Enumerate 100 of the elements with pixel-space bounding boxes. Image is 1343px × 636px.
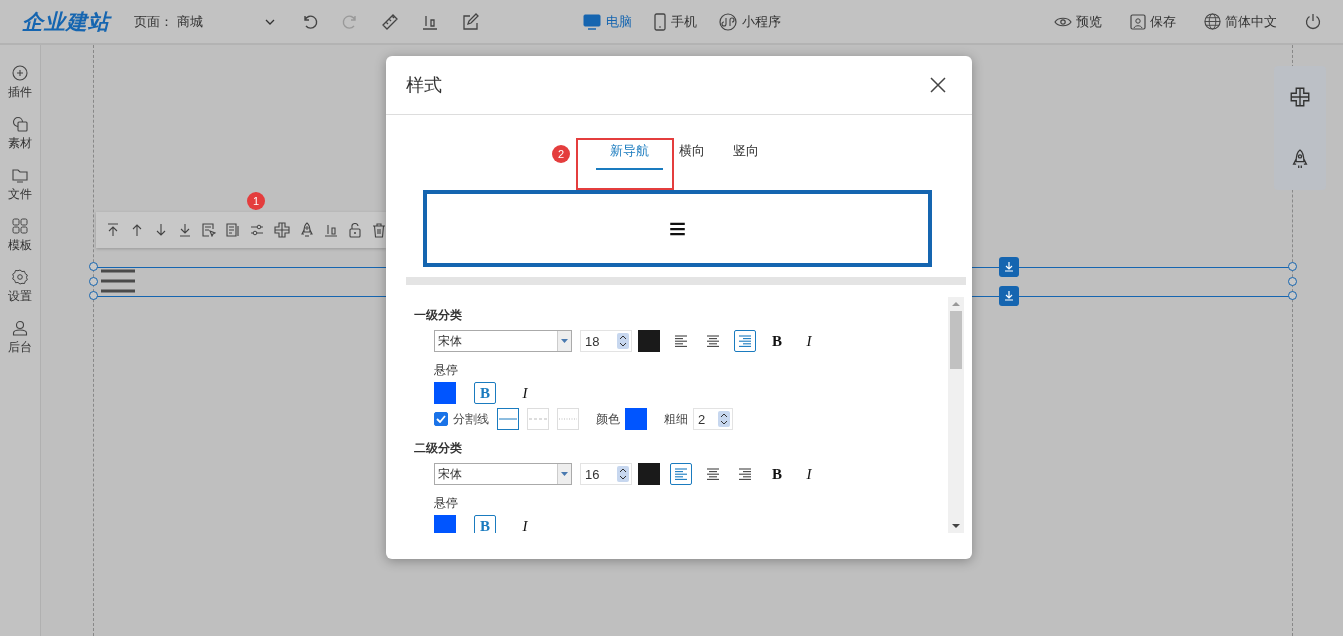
align-button[interactable] <box>670 463 692 485</box>
spin-arrows-icon <box>617 466 629 482</box>
move-top-icon[interactable] <box>106 223 120 237</box>
download-icon[interactable] <box>999 286 1019 306</box>
download-icon[interactable] <box>999 257 1019 277</box>
save-icon <box>1130 13 1146 30</box>
monitor-icon <box>583 13 601 30</box>
shapes-icon <box>12 116 28 132</box>
color-swatch[interactable] <box>625 408 647 430</box>
hover-label: 悬停 <box>433 362 459 379</box>
cross-icon[interactable] <box>274 222 290 238</box>
unlock-icon[interactable] <box>348 222 362 238</box>
logo-text: 企业建站 <box>22 8 110 35</box>
scroll-down-icon[interactable] <box>952 523 960 529</box>
divider-label: 分割线 <box>453 410 489 428</box>
plus-circle-icon <box>12 65 28 81</box>
text-style-button[interactable]: B <box>766 463 788 485</box>
dialog-title: 样式 <box>406 74 442 97</box>
folder-icon <box>12 167 28 183</box>
align-center-icon <box>706 334 720 348</box>
document-icon[interactable] <box>226 223 240 237</box>
close-icon[interactable] <box>930 77 946 93</box>
power-icon[interactable] <box>1305 13 1321 30</box>
dropdown-arrow-icon <box>561 472 568 476</box>
style-tab[interactable]: 横向 <box>664 134 719 170</box>
arrow-down-icon[interactable] <box>154 223 168 237</box>
sidebar-item[interactable]: 素材 <box>8 116 32 152</box>
sidebar-item[interactable]: 模板 <box>8 218 32 254</box>
sidebar-item[interactable]: 设置 <box>8 269 32 305</box>
cross-icon[interactable] <box>1290 86 1310 107</box>
text-style-button[interactable]: I <box>798 330 820 352</box>
section-title: 二级分类 <box>414 440 463 457</box>
color-swatch[interactable] <box>434 382 456 404</box>
text-style-button[interactable]: B <box>766 330 788 352</box>
hover-label: 悬停 <box>433 495 459 512</box>
color-swatch[interactable] <box>638 463 660 485</box>
font-select[interactable]: 宋体 <box>434 463 572 485</box>
text-style-button[interactable]: I <box>514 515 536 533</box>
user-icon <box>12 320 28 336</box>
rocket-icon[interactable] <box>300 222 314 238</box>
header-action-button[interactable]: 预览 <box>1054 12 1102 31</box>
scroll-up-icon[interactable] <box>952 301 960 307</box>
trash-icon[interactable] <box>372 222 386 238</box>
style-tab[interactable]: 竖向 <box>718 134 773 170</box>
align-right-icon <box>738 467 752 481</box>
font-size-spinner[interactable]: 16 <box>580 463 632 485</box>
style-tab[interactable]: 新导航 <box>595 134 663 170</box>
font-size-spinner[interactable]: 18 <box>580 330 632 352</box>
dropdown-arrow-icon <box>561 339 568 343</box>
step-badge: 1 <box>247 192 265 210</box>
grid-icon <box>12 218 28 234</box>
text-style-button[interactable]: B <box>474 515 496 533</box>
checkbox[interactable] <box>434 412 448 426</box>
align-bottom-icon[interactable] <box>324 223 338 237</box>
edit-icon[interactable] <box>461 12 479 31</box>
header-action-button[interactable]: 保存 <box>1130 12 1176 31</box>
thickness-label: 粗细 <box>664 410 688 428</box>
device-tab[interactable]: 手机 <box>654 12 697 31</box>
align-left-icon <box>674 467 688 481</box>
text-style-button[interactable]: B <box>474 382 496 404</box>
scrollbar-thumb[interactable] <box>950 311 962 369</box>
ruler-icon[interactable] <box>381 12 399 31</box>
page-select[interactable]: 商城 <box>177 12 275 31</box>
globe-icon <box>1204 13 1221 30</box>
arrow-up-icon[interactable] <box>130 223 144 237</box>
header-action-button[interactable]: 简体中文 <box>1204 12 1277 31</box>
font-select[interactable]: 宋体 <box>434 330 572 352</box>
color-swatch[interactable] <box>638 330 660 352</box>
solid-line-icon <box>499 417 517 421</box>
section-title: 一级分类 <box>414 307 463 324</box>
spin-arrows-icon <box>617 333 629 349</box>
menu-glyph: ≡ <box>668 211 687 246</box>
align-button[interactable] <box>734 330 756 352</box>
thickness-spinner[interactable]: 2 <box>693 408 733 430</box>
sliders-icon[interactable] <box>250 223 264 237</box>
align-center-icon <box>706 467 720 481</box>
sidebar-item[interactable]: 插件 <box>8 65 32 101</box>
spin-arrows-icon <box>718 411 730 427</box>
settings-icon <box>12 269 28 285</box>
menu-icon <box>101 269 135 293</box>
mini-program-icon <box>719 12 737 31</box>
move-bottom-icon[interactable] <box>178 223 192 237</box>
color-swatch[interactable] <box>434 515 456 533</box>
page-label: 页面： <box>134 12 173 31</box>
rocket-icon[interactable] <box>1291 147 1309 170</box>
text-style-button[interactable]: I <box>514 382 536 404</box>
phone-icon <box>654 12 666 31</box>
sidebar-item[interactable]: 文件 <box>8 167 32 203</box>
undo-icon[interactable] <box>301 12 319 31</box>
device-tab[interactable]: 小程序 <box>719 12 781 31</box>
line-style-button[interactable] <box>497 408 519 430</box>
step-badge: 2 <box>552 145 570 163</box>
sidebar-item[interactable]: 后台 <box>8 320 32 356</box>
edit-document-icon[interactable] <box>202 223 216 237</box>
color-label: 颜色 <box>596 410 620 428</box>
scrollbar[interactable] <box>948 297 964 533</box>
text-style-button[interactable]: I <box>798 463 820 485</box>
caret-icon <box>265 18 275 25</box>
align-left-icon <box>674 334 688 348</box>
dashed-line-icon <box>529 417 547 421</box>
